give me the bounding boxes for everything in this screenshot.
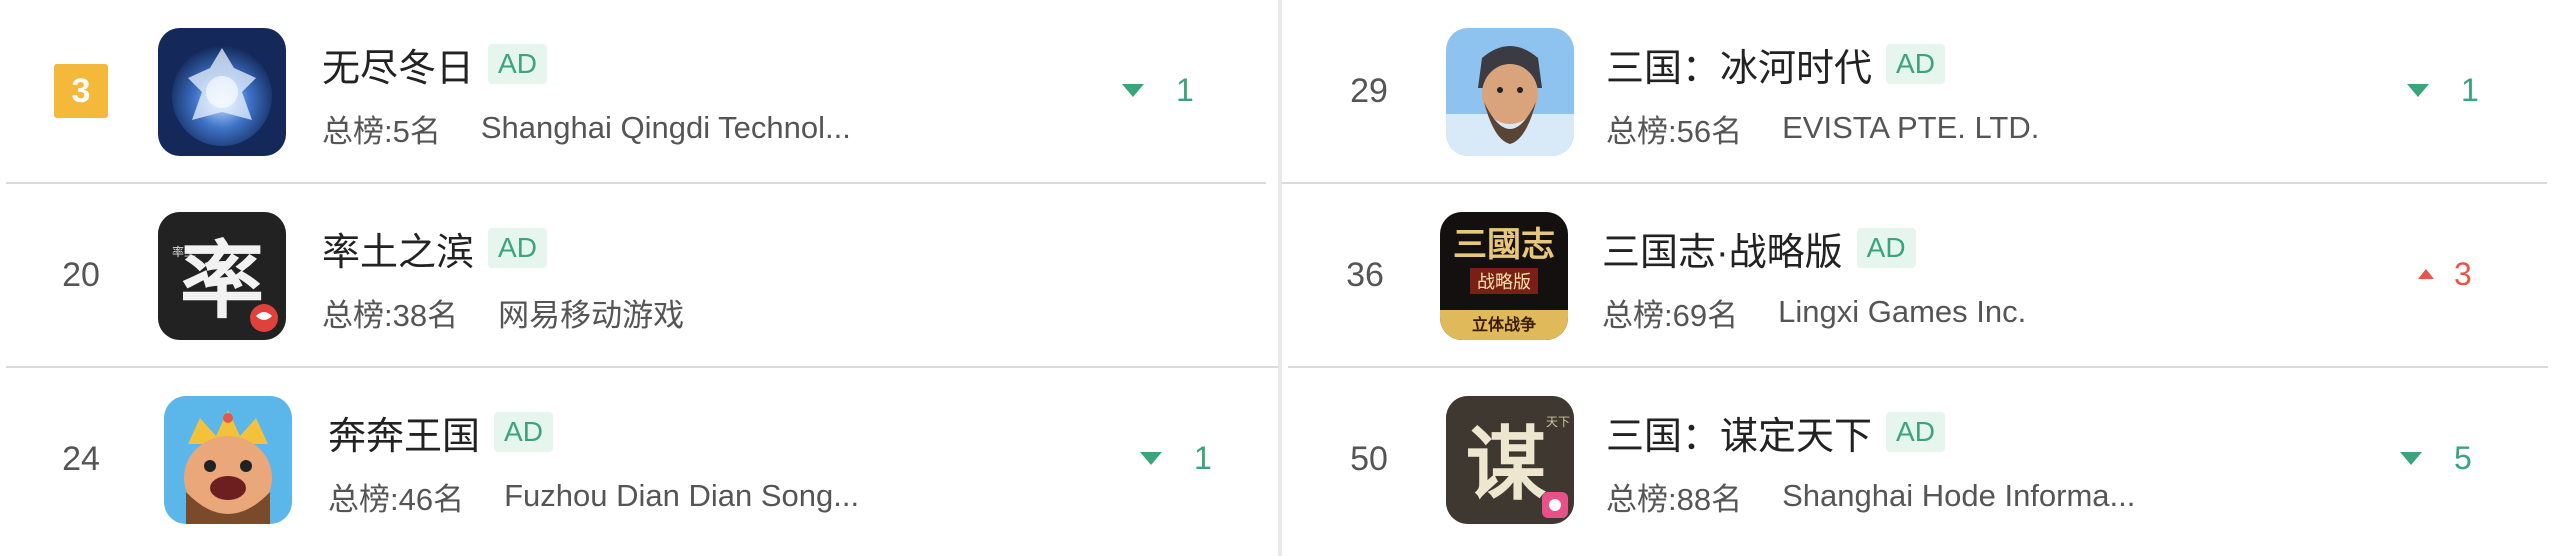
rank-number: 24 — [62, 439, 100, 478]
rank-change-value: 3 — [2454, 255, 2472, 292]
overall-rank: 总榜:38名 — [322, 297, 459, 333]
publisher-name: EVISTA PTE. LTD. — [1782, 110, 2040, 145]
list-item[interactable]: 36 三國志 战略版 立体战争 三国志·战略版 AD 总榜:69名 Lingxi… — [1282, 184, 2560, 366]
publisher-name: 网易移动游戏 — [498, 297, 685, 333]
publisher-name: Fuzhou Dian Dian Song... — [504, 478, 860, 513]
ad-badge: AD — [1856, 228, 1916, 268]
ranking-column-right: 29 三国：冰河时代 AD 总榜:56名 EVISTA PTE. LTD. 1 — [1282, 0, 2560, 556]
overall-rank: 总榜:56名 — [1606, 113, 1743, 149]
icon-small-text: 天下 — [1546, 415, 1570, 429]
ad-badge: AD — [494, 412, 553, 452]
rank-number: 50 — [1350, 439, 1388, 478]
ad-badge: AD — [488, 228, 547, 268]
rank-change: 5 — [2400, 438, 2472, 478]
app-icon-king-character-icon[interactable] — [164, 396, 292, 524]
trend-up-icon — [2418, 269, 2434, 279]
list-item[interactable]: 20 率土 率 率土之滨 AD 总榜:38名 网易移动游戏 — [0, 184, 1278, 366]
trend-down-icon — [2407, 83, 2429, 97]
rank-number: 20 — [62, 255, 100, 294]
trend-down-icon — [1122, 83, 1144, 97]
rank-badge: 3 — [54, 64, 108, 118]
publisher-name: Shanghai Qingdi Technol... — [480, 110, 851, 145]
list-item[interactable]: 29 三国：冰河时代 AD 总榜:56名 EVISTA PTE. LTD. 1 — [1282, 0, 2560, 182]
app-icon-bearded-warrior-icon[interactable] — [1446, 28, 1574, 156]
overall-rank: 总榜:88名 — [1606, 481, 1743, 517]
ranking-column-left: 3 无尽冬日 AD 总榜:5名 Shanghai Qingdi Technol.… — [0, 0, 1278, 556]
rank-change-value: 1 — [1194, 439, 1212, 476]
rank-change: 3 — [2418, 254, 2472, 294]
publisher-name: Lingxi Games Inc. — [1778, 294, 2027, 329]
list-item[interactable]: 24 奔奔王国 AD 总榜:46名 Fuzhou Dian Dian Song.… — [0, 368, 1278, 550]
list-item[interactable]: 50 谋 天下 三国：谋定天下 AD 总榜:88名 Shanghai Hode … — [1282, 368, 2560, 550]
rank-number: 36 — [1346, 255, 1384, 294]
app-name[interactable]: 无尽冬日 — [322, 37, 474, 92]
app-name[interactable]: 三国志·战略版 — [1602, 221, 1843, 276]
app-icon-calligraphy-lv-icon[interactable]: 率土 率 — [158, 212, 286, 340]
rank-change-value: 5 — [2454, 439, 2472, 476]
app-name[interactable]: 率土之滨 — [322, 221, 474, 276]
icon-subtitle-text: 战略版 — [1477, 272, 1531, 293]
overall-rank: 总榜:5名 — [322, 113, 441, 149]
app-name[interactable]: 三国：冰河时代 — [1606, 37, 1872, 92]
overall-rank: 总榜:46名 — [328, 481, 465, 517]
rank-change: 1 — [1140, 438, 1212, 478]
trend-down-icon — [1140, 451, 1162, 465]
icon-tag-text: 立体战争 — [1472, 315, 1536, 334]
rank-change-value: 1 — [2461, 71, 2479, 108]
app-icon-sanguozhi-logo-icon[interactable]: 三國志 战略版 立体战争 — [1440, 212, 1568, 340]
app-icon-calligraphy-mou-icon[interactable]: 谋 天下 — [1446, 396, 1574, 524]
app-name[interactable]: 三国：谋定天下 — [1606, 405, 1872, 460]
list-item[interactable]: 3 无尽冬日 AD 总榜:5名 Shanghai Qingdi Technol.… — [0, 0, 1278, 182]
rank-change-value: 1 — [1176, 71, 1194, 108]
trend-down-icon — [2400, 451, 2422, 465]
rank-number: 29 — [1350, 71, 1388, 110]
ad-badge: AD — [1886, 44, 1945, 84]
icon-glyph: 谋 — [1466, 417, 1546, 511]
app-name[interactable]: 奔奔王国 — [328, 405, 480, 460]
overall-rank: 总榜:69名 — [1602, 297, 1739, 333]
publisher-name: Shanghai Hode Informa... — [1782, 478, 2136, 513]
rank-change: 1 — [1122, 70, 1194, 110]
rank-change: 1 — [2407, 70, 2479, 110]
ad-badge: AD — [1886, 412, 1945, 452]
ad-badge: AD — [488, 44, 547, 84]
app-icon-frost-orb-icon[interactable] — [158, 28, 286, 156]
icon-title-text: 三國志 — [1453, 225, 1555, 265]
